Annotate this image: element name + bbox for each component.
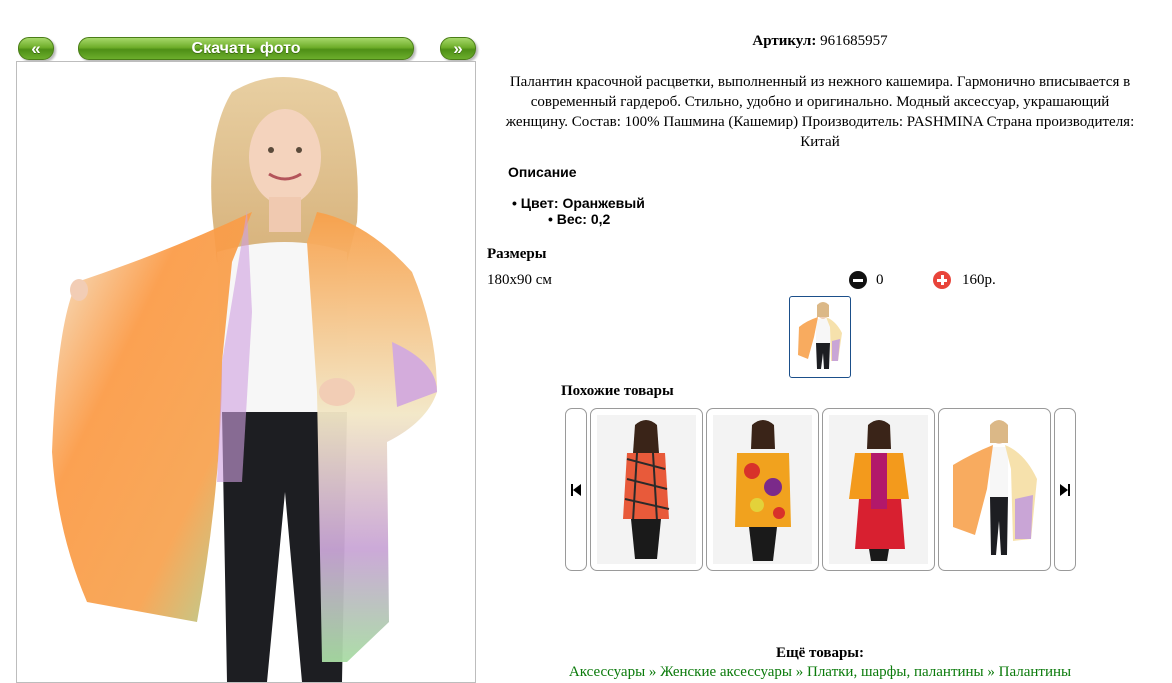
similar-heading: Похожие товары xyxy=(561,383,674,399)
similar-next-button[interactable] xyxy=(1054,408,1076,571)
similar-product-3[interactable] xyxy=(822,408,935,571)
prev-photo-button[interactable]: « xyxy=(18,37,54,60)
weight-detail: • Вес: 0,2 xyxy=(548,211,610,227)
minus-quantity-button[interactable] xyxy=(849,271,867,289)
bullet-icon: • xyxy=(548,211,557,227)
similar-product-image xyxy=(713,415,812,564)
article-line: Артикул: 961685957 xyxy=(480,33,1160,50)
article-value: 961685957 xyxy=(820,33,888,49)
product-description: Палантин красочной расцветки, выполненны… xyxy=(478,72,1162,152)
similar-product-image xyxy=(829,415,928,564)
quantity-value: 0 xyxy=(876,272,884,288)
category-breadcrumb-links[interactable]: Аксессуары » Женские аксессуары » Платки… xyxy=(480,664,1160,681)
current-photo-thumbnail[interactable] xyxy=(789,296,851,378)
main-product-photo xyxy=(16,61,476,683)
similar-product-image xyxy=(945,415,1044,564)
description-line: Китай xyxy=(800,134,840,150)
size-value: 180x90 см xyxy=(487,272,552,288)
description-line: современный гардероб. Стильно, удобно и … xyxy=(530,94,1110,110)
next-photo-button[interactable]: » xyxy=(440,37,476,60)
weight-detail-text: Вес: 0,2 xyxy=(556,211,611,227)
article-label: Артикул: xyxy=(752,33,817,49)
color-detail-text: Цвет: Оранжевый xyxy=(520,195,645,211)
similar-product-1[interactable] xyxy=(590,408,703,571)
skip-forward-icon xyxy=(1060,483,1070,496)
details-heading: Описание xyxy=(508,164,577,180)
minus-icon xyxy=(853,279,863,282)
plus-quantity-button[interactable] xyxy=(933,271,951,289)
description-line: Палантин красочной расцветки, выполненны… xyxy=(509,74,1131,90)
description-line: женщину. Состав: 100% Пашмина (Кашемир) … xyxy=(505,114,1135,130)
more-products-heading: Ещё товары: xyxy=(775,645,865,661)
similar-prev-button[interactable] xyxy=(565,408,587,571)
bullet-icon: • xyxy=(512,195,521,211)
similar-product-image xyxy=(597,415,696,564)
download-photo-button[interactable]: Скачать фото xyxy=(78,37,414,60)
thumbnail-image xyxy=(798,302,842,369)
sizes-heading: Размеры xyxy=(487,246,547,262)
color-detail: • Цвет: Оранжевый xyxy=(512,195,645,211)
similar-product-4[interactable] xyxy=(938,408,1051,571)
similar-product-2[interactable] xyxy=(706,408,819,571)
product-photo-illustration xyxy=(52,77,437,682)
price-value: 160р. xyxy=(962,272,996,288)
skip-back-icon xyxy=(571,483,581,496)
